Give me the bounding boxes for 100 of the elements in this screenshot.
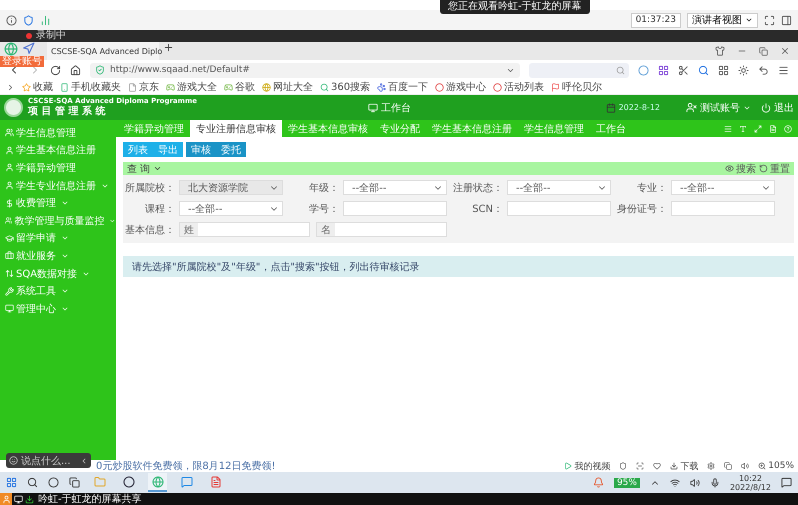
input-field[interactable]: 姓: [179, 222, 310, 237]
monitor-icon: [368, 102, 378, 112]
workbench-link[interactable]: 工作台: [368, 100, 411, 114]
logo-icon: [4, 98, 23, 117]
shield-icon: [23, 14, 34, 26]
grid-icon[interactable]: [718, 64, 729, 76]
bookmark-link[interactable]: 手机收藏夹: [60, 80, 121, 94]
field-label: SCN：: [471, 202, 503, 216]
tab[interactable]: 专业注册信息审核: [190, 120, 282, 137]
browser-app[interactable]: [148, 473, 167, 492]
toolbar-button[interactable]: 审核: [186, 142, 216, 157]
input-field[interactable]: [507, 201, 611, 216]
caret-icon: [745, 16, 753, 24]
info-icon: [6, 14, 17, 26]
menu-icon[interactable]: [778, 64, 789, 76]
my-video-link[interactable]: 我的视频: [564, 460, 610, 472]
account-menu[interactable]: 测试账号: [686, 100, 751, 114]
input-field[interactable]: 名: [316, 222, 447, 237]
circle-icon[interactable]: [638, 64, 649, 76]
input-field[interactable]: [343, 201, 447, 216]
select-field[interactable]: --全部--: [671, 180, 775, 195]
field-label: 所属院校：: [124, 182, 175, 194]
chat-input[interactable]: 说点什么...: [6, 453, 91, 468]
sidebar-toggle-icon[interactable]: [6, 82, 15, 92]
account-badge[interactable]: 登录账号: [0, 56, 44, 67]
view-mode-dropdown[interactable]: 演讲者视图: [687, 12, 758, 28]
bookmark-link[interactable]: 谷歌: [224, 80, 255, 94]
reload-icon[interactable]: [50, 64, 61, 76]
circle-icon: [435, 82, 444, 92]
zoom-icon: [758, 462, 766, 470]
zoom-level[interactable]: 105%: [758, 461, 794, 471]
folder-icon: [94, 476, 106, 488]
bookmark-link[interactable]: 京东: [128, 80, 159, 94]
undo-icon[interactable]: [758, 64, 769, 76]
taskbar-clock[interactable]: 10:22 2022/8/12: [730, 474, 771, 492]
search-field[interactable]: [529, 62, 629, 78]
bookmark-link[interactable]: 呼伦贝尔: [551, 80, 602, 94]
field-label: 身份证号：: [616, 202, 667, 216]
shield-icon[interactable]: [619, 462, 628, 470]
select-field[interactable]: --全部--: [343, 180, 447, 195]
info-message: 请先选择"所属院校"及"年级"，点击"搜索"按钮，列出待审核记录: [123, 256, 794, 277]
play-icon: [564, 462, 572, 470]
speaker-icon[interactable]: [741, 462, 750, 470]
download-icon: [670, 462, 678, 470]
address-field[interactable]: http://www.sqaad.net/Default#: [90, 62, 520, 78]
cortana-icon[interactable]: [48, 477, 59, 488]
input-field[interactable]: [671, 201, 775, 216]
home-icon[interactable]: [70, 64, 81, 76]
paw-icon: [377, 82, 386, 92]
reset-link[interactable]: 重置: [759, 162, 790, 176]
settings-icon[interactable]: [707, 462, 716, 470]
reset-icon: [759, 164, 768, 173]
share-title: 吟虹-于虹龙的屏幕共享: [38, 492, 142, 505]
page-icon: [128, 82, 137, 92]
search-link[interactable]: 搜索: [725, 162, 756, 176]
flag-icon: [551, 82, 560, 92]
microphone-icon[interactable]: [710, 478, 720, 488]
wifi-icon[interactable]: [670, 478, 680, 488]
search-icon[interactable]: [27, 477, 38, 488]
task-view-icon[interactable]: [69, 477, 80, 488]
shield-icon: [95, 65, 105, 75]
bookmark-link[interactable]: 网址大全: [262, 80, 313, 94]
bookmark-link[interactable]: 活动列表: [493, 80, 544, 94]
extension-icon[interactable]: [658, 64, 669, 76]
notification-icon[interactable]: [781, 477, 792, 488]
eye-icon: [725, 164, 734, 173]
logout-link[interactable]: 退出: [761, 100, 794, 114]
fullscreen-icon[interactable]: [764, 14, 775, 26]
scissors-icon[interactable]: [678, 64, 689, 76]
search-icon: [616, 66, 625, 74]
search-icon: [320, 82, 329, 92]
skin-icon[interactable]: [715, 46, 725, 56]
tray-app-icon[interactable]: [592, 477, 604, 488]
new-tab-icon[interactable]: [163, 42, 174, 53]
close-icon[interactable]: [780, 46, 790, 56]
select-field[interactable]: --全部--: [507, 180, 611, 195]
toolbar-button[interactable]: 委托: [216, 142, 246, 157]
select-field[interactable]: --全部--: [179, 201, 283, 216]
scan-icon[interactable]: [636, 462, 644, 470]
bookmark-link[interactable]: 百度一下: [377, 80, 428, 94]
navigation-icon[interactable]: [22, 42, 35, 55]
copy-icon[interactable]: [724, 462, 732, 470]
field-label: 专业：: [636, 182, 667, 194]
heart-icon[interactable]: [653, 462, 662, 470]
gamepad-icon: [224, 82, 233, 92]
bookmark-link[interactable]: 360搜索: [320, 80, 370, 94]
bookmark-link[interactable]: 收藏: [22, 80, 53, 94]
download-link[interactable]: 下载: [670, 460, 698, 472]
volume-icon[interactable]: [690, 478, 700, 488]
bookmark-link[interactable]: 游戏大全: [166, 80, 217, 94]
collapse-icon[interactable]: [153, 164, 162, 173]
restore-icon[interactable]: [759, 46, 768, 56]
start-icon[interactable]: [6, 477, 17, 488]
document-icon: [210, 476, 222, 488]
signal-icon: [40, 14, 51, 26]
star-icon: [22, 82, 31, 92]
panel-icon[interactable]: [781, 14, 792, 26]
sun-icon[interactable]: [738, 64, 749, 76]
bookmark-link[interactable]: 游戏中心: [435, 80, 486, 94]
search-icon[interactable]: [698, 64, 709, 76]
